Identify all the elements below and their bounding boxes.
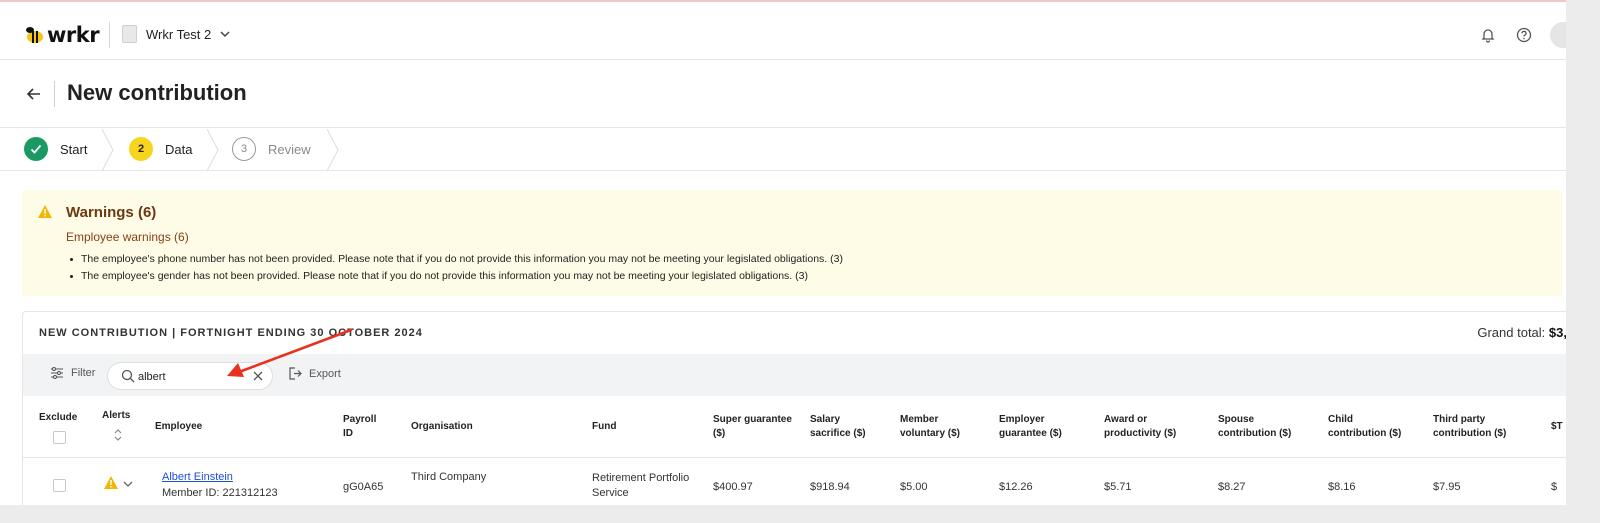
bee-logo-icon: [26, 27, 43, 43]
table-row: Albert Einstein Member ID: 221312123 gG0…: [23, 459, 1566, 505]
grand-total-value: $3,: [1548, 325, 1566, 340]
super-guarantee: $400.97: [713, 481, 753, 493]
col-header-fund: Fund: [592, 421, 617, 432]
app-window: wrkr Wrkr Test 2 New contribution Start …: [0, 0, 1566, 505]
bell-icon[interactable]: [1478, 25, 1498, 45]
step-number: 3: [232, 137, 256, 161]
step-number: 2: [129, 137, 153, 161]
top-actions: [1478, 22, 1566, 48]
step-label: Start: [60, 141, 88, 157]
page-title: New contribution: [67, 80, 247, 105]
avatar[interactable]: [1550, 22, 1566, 48]
warnings-title: Warnings (6): [66, 204, 157, 221]
grand-total: Grand total: $3,: [1477, 325, 1566, 340]
payroll-id: gG0A65: [343, 481, 384, 493]
filter-button[interactable]: Filter: [50, 367, 95, 379]
annotation-arrow-icon: [227, 328, 353, 377]
employee-name[interactable]: Albert Einstein: [162, 471, 233, 483]
col-header-spouse: Spouse contribution ($): [1218, 414, 1292, 439]
child: $8.16: [1328, 481, 1356, 493]
warning-item: The employee's phone number has not been…: [66, 251, 843, 268]
grand-total-label: Grand total:: [1477, 325, 1546, 340]
brand-logo[interactable]: wrkr: [24, 23, 100, 47]
table-header: Exclude Alerts Employee Payroll ID Organ…: [23, 396, 1566, 458]
sort-icon[interactable]: [113, 428, 123, 442]
col-header-child: Child contribution ($): [1328, 414, 1402, 439]
col-header-organisation: Organisation: [411, 421, 473, 432]
total: $: [1551, 481, 1558, 493]
back-arrow-icon[interactable]: [24, 84, 44, 104]
award: $5.71: [1104, 481, 1132, 493]
col-header-award: Award or productivity ($): [1104, 414, 1177, 439]
chevron-down-icon: [220, 31, 230, 38]
divider: [54, 81, 55, 107]
page-header: New contribution: [0, 68, 1566, 128]
organisation: Third Company: [411, 471, 487, 483]
filter-icon: [51, 367, 63, 379]
col-header-employer-guarantee: Employer guarantee ($): [999, 414, 1062, 439]
contribution-card: NEW CONTRIBUTION | FORTNIGHT ENDING 30 O…: [22, 311, 1566, 505]
step-start[interactable]: Start: [24, 137, 87, 161]
col-header-alerts: Alerts: [102, 410, 131, 421]
step-review[interactable]: 3 Review: [232, 137, 311, 161]
col-header-employee: Employee: [155, 421, 203, 432]
col-header-super-guarantee: Super guarantee ($): [713, 414, 792, 439]
col-header-salary-sacrifice: Salary sacrifice ($): [810, 414, 866, 439]
member-voluntary: $5.00: [900, 481, 928, 493]
document-icon: [122, 25, 137, 43]
step-separator: [326, 129, 339, 171]
chevron-down-icon[interactable]: [123, 480, 133, 488]
warnings-panel: Warnings (6) Employee warnings (6) The e…: [22, 190, 1562, 296]
step-label: Data: [165, 141, 193, 157]
check-icon: [24, 137, 48, 161]
member-id: Member ID: 221312123: [162, 487, 278, 499]
exclude-checkbox[interactable]: [53, 479, 66, 492]
workspace-switcher[interactable]: Wrkr Test 2: [122, 25, 230, 43]
spouse: $8.27: [1218, 481, 1246, 493]
col-header-total: $T: [1551, 421, 1563, 432]
stepper: Start 2 Data 3 Review: [0, 129, 1566, 171]
select-all-checkbox[interactable]: [53, 431, 66, 444]
col-header-third-party: Third party contribution ($): [1433, 414, 1507, 439]
help-icon[interactable]: [1514, 25, 1534, 45]
warning-icon[interactable]: [103, 475, 119, 490]
col-header-payroll-id: Payroll ID: [343, 414, 377, 439]
step-separator: [101, 129, 114, 171]
filter-label: Filter: [71, 367, 96, 379]
search-icon: [121, 369, 135, 383]
top-bar: wrkr Wrkr Test 2: [0, 10, 1566, 60]
warning-icon: [38, 205, 52, 218]
brand-name: wrkr: [47, 23, 100, 47]
warning-item: The employee's gender has not been provi…: [66, 268, 843, 285]
workspace-name: Wrkr Test 2: [146, 26, 212, 42]
step-label: Review: [268, 141, 311, 157]
divider: [109, 22, 110, 48]
step-separator: [206, 129, 219, 171]
employee-warnings-heading: Employee warnings (6): [66, 230, 189, 244]
employer-guarantee: $12.26: [999, 481, 1033, 493]
warnings-list: The employee's phone number has not been…: [66, 251, 843, 285]
employee-name-link[interactable]: Albert Einstein: [162, 470, 233, 485]
col-header-exclude: Exclude: [39, 412, 78, 423]
fund: Retirement Portfolio Service: [592, 472, 690, 499]
col-header-member-voluntary: Member voluntary ($): [900, 414, 961, 439]
salary-sacrifice: $918.94: [810, 481, 850, 493]
step-data[interactable]: 2 Data: [129, 137, 192, 161]
third-party: $7.95: [1433, 481, 1461, 493]
